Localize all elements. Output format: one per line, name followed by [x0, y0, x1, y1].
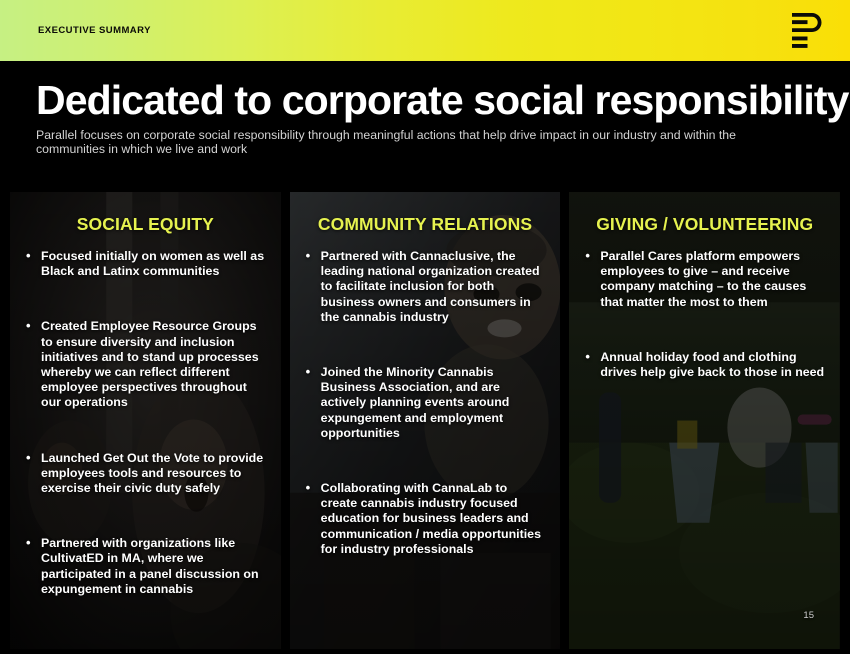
page-title: Dedicated to corporate social responsibi… — [36, 77, 849, 123]
bullet-list: Partnered with Cannaclusive, the leading… — [304, 248, 547, 557]
eyebrow-label: EXECUTIVE SUMMARY — [38, 25, 151, 36]
list-item: Focused initially on women as well as Bl… — [24, 248, 267, 279]
column-community-relations: COMMUNITY RELATIONS Partnered with Canna… — [289, 192, 561, 649]
list-item: Partnered with organizations like Cultiv… — [24, 535, 267, 597]
parallel-logo-icon — [788, 10, 828, 52]
bullet-list: Focused initially on women as well as Bl… — [24, 248, 267, 597]
page-subtitle: Parallel focuses on corporate social res… — [36, 128, 736, 157]
column-giving-volunteering: GIVING / VOLUNTEERING Parallel Cares pla… — [569, 192, 841, 649]
columns-container: SOCIAL EQUITY Focused initially on women… — [10, 192, 841, 649]
list-item: Annual holiday food and clothing drives … — [583, 349, 826, 380]
bullet-list: Parallel Cares platform empowers employe… — [583, 248, 826, 380]
list-item: Created Employee Resource Groups to ensu… — [24, 318, 267, 410]
list-item: Parallel Cares platform empowers employe… — [583, 248, 826, 310]
page-number: 15 — [803, 610, 814, 621]
header-band: EXECUTIVE SUMMARY — [0, 0, 850, 61]
column-title: COMMUNITY RELATIONS — [317, 214, 533, 234]
list-item: Launched Get Out the Vote to provide emp… — [24, 450, 267, 497]
list-item: Partnered with Cannaclusive, the leading… — [304, 248, 547, 325]
column-social-equity: SOCIAL EQUITY Focused initially on women… — [10, 192, 281, 649]
list-item: Collaborating with CannaLab to create ca… — [304, 480, 547, 557]
column-title: SOCIAL EQUITY — [76, 214, 214, 234]
slide: EXECUTIVE SUMMARY Dedicated to corporate… — [0, 0, 850, 654]
column-title: GIVING / VOLUNTEERING — [596, 214, 814, 234]
list-item: Joined the Minority Cannabis Business As… — [304, 364, 547, 441]
